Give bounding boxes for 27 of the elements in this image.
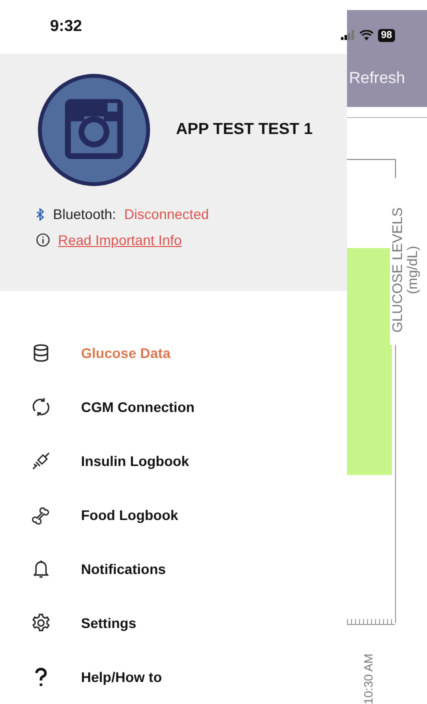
menu-item[interactable]: Settings xyxy=(0,596,347,650)
menu-item[interactable]: Insulin Logbook xyxy=(0,434,347,488)
bluetooth-status: Disconnected xyxy=(124,206,209,222)
y-axis-unit: (mg/dL) xyxy=(405,246,420,294)
menu-item[interactable]: Notifications xyxy=(0,542,347,596)
bell-icon xyxy=(31,559,51,579)
y-axis-title: GLUCOSE LEVELS xyxy=(390,207,405,333)
profile-name: APP TEST TEST 1 xyxy=(176,121,313,140)
database-icon xyxy=(31,343,51,363)
info-icon xyxy=(36,233,50,248)
menu-item[interactable]: Food Logbook xyxy=(0,488,347,542)
battery-level: 98 xyxy=(378,28,396,42)
menu-item[interactable]: CGM Connection xyxy=(0,380,347,434)
signal-icon xyxy=(341,30,355,40)
bluetooth-label: Bluetooth: xyxy=(53,206,116,222)
wifi-icon xyxy=(359,30,374,40)
status-time: 9:32 xyxy=(50,18,82,36)
sync-icon xyxy=(31,397,51,417)
x-axis-tick-label: 10:30 AM xyxy=(361,654,376,704)
syringe-icon xyxy=(31,451,51,471)
bluetooth-icon xyxy=(36,208,45,221)
bone-icon xyxy=(31,505,51,525)
menu-item[interactable]: Help/How to xyxy=(0,650,347,704)
axis-ticks xyxy=(347,619,395,625)
chart-frame xyxy=(347,159,396,178)
avatar-camera-icon xyxy=(36,72,152,188)
settings-icon xyxy=(31,613,51,633)
